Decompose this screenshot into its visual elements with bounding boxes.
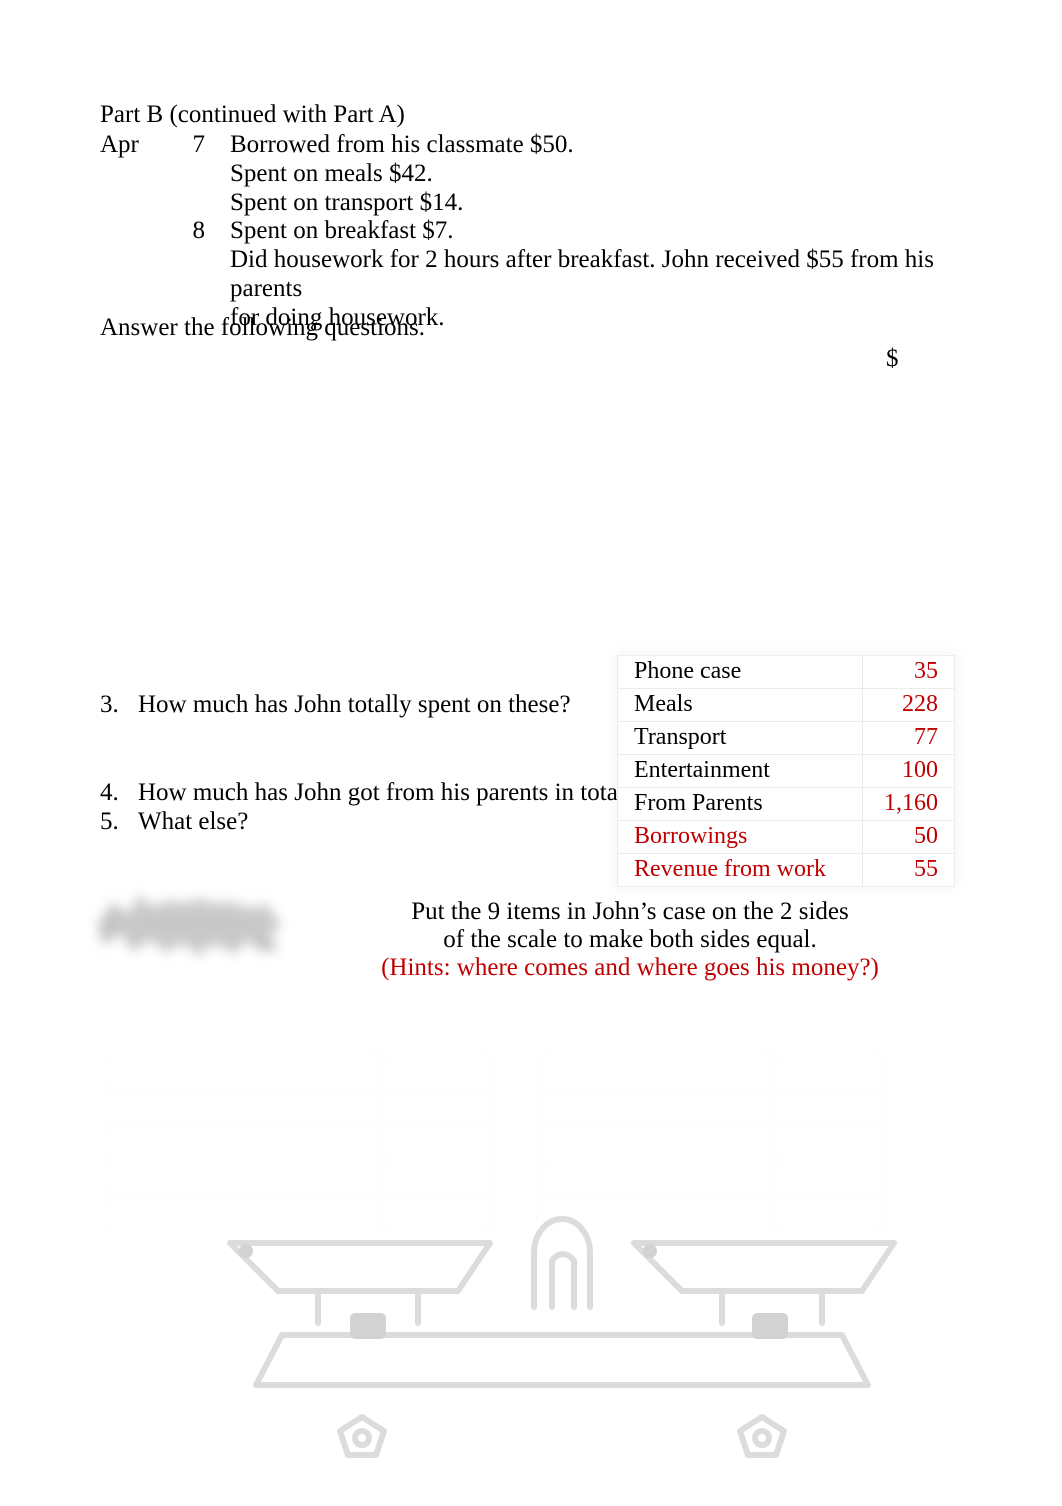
item-value: 35	[862, 655, 955, 689]
faded-cell	[105, 1160, 382, 1196]
question-row: 4. How much has John got from his parent…	[100, 778, 636, 807]
faded-cell-value	[381, 1090, 493, 1126]
faded-row	[540, 1090, 885, 1126]
table-row: Entertainment 100	[617, 754, 955, 788]
faded-cell	[105, 1090, 382, 1126]
question-row: 5. What else?	[100, 807, 636, 836]
scale-pan-right	[631, 1240, 897, 1294]
item-value: 55	[862, 853, 955, 887]
instruction-hint: (Hints: where comes and where goes his m…	[381, 954, 879, 981]
faded-row	[540, 1055, 885, 1091]
scale-arch-outer	[531, 1216, 593, 1310]
faded-cell	[540, 1055, 774, 1091]
item-name: Entertainment	[617, 754, 863, 788]
item-name: Phone case	[617, 655, 863, 689]
faded-cell	[540, 1160, 774, 1196]
journal-entries: Apr 7 Borrowed from his classmate $50. S…	[100, 131, 965, 333]
scale-foot-right-hole	[752, 1428, 772, 1448]
question-text: What else?	[138, 808, 249, 835]
scale-pivot-left	[239, 1244, 253, 1258]
table-row: Meals 228	[617, 688, 955, 722]
faded-cell-value	[381, 1160, 493, 1196]
faded-cell-value	[773, 1055, 885, 1091]
table-row: Transport 77	[617, 721, 955, 755]
question-text: How much has John totally spent on these…	[138, 691, 571, 718]
journal-day: 8	[192, 217, 206, 245]
item-name: From Parents	[617, 787, 863, 821]
scale-foot-left	[337, 1414, 387, 1458]
question-3: 3. How much has John totally spent on th…	[100, 690, 571, 719]
question-row: 3. How much has John totally spent on th…	[100, 690, 571, 719]
faded-cell	[105, 1125, 382, 1161]
question-number: 3.	[100, 691, 119, 718]
item-value: 228	[862, 688, 955, 722]
item-name: Transport	[617, 721, 863, 755]
journal-line: Spent on breakfast $7.	[230, 217, 454, 245]
item-value: 50	[862, 820, 955, 854]
faded-cell-value	[773, 1160, 885, 1196]
balance-scale-icon	[227, 1216, 897, 1458]
item-name: Revenue from work	[617, 853, 863, 887]
scale-arch-inner	[549, 1251, 577, 1310]
journal-row: Apr 7 Borrowed from his classmate $50.	[100, 131, 965, 160]
faded-cell-value	[773, 1090, 885, 1126]
scribble-core	[112, 902, 280, 946]
item-value: 100	[862, 754, 955, 788]
items-table-body: Phone case 35 Meals 228 Transport 77 Ent…	[617, 655, 955, 887]
faded-row	[105, 1125, 493, 1161]
scale-hinge-left	[350, 1313, 386, 1339]
question-number: 5.	[100, 808, 119, 835]
table-row: From Parents 1,160	[617, 787, 955, 821]
table-row: Borrowings 50	[617, 820, 955, 854]
faded-cell-value	[381, 1055, 493, 1091]
items-table: Phone case 35 Meals 228 Transport 77 Ent…	[617, 655, 955, 887]
faded-cell-value	[773, 1125, 885, 1161]
faded-row	[105, 1090, 493, 1126]
table-row: Phone case 35	[617, 655, 955, 689]
question-number: 4.	[100, 779, 119, 806]
faded-row	[105, 1160, 493, 1196]
scale-foot-left-hole	[352, 1428, 372, 1448]
scale-pan-left	[227, 1240, 493, 1294]
scale-hinge-right	[752, 1313, 788, 1339]
instruction-line-2: of the scale to make both sides equal.	[443, 926, 817, 953]
item-value: 77	[862, 721, 955, 755]
journal-line: Borrowed from his classmate $50.	[230, 131, 574, 158]
question-text: How much has John got from his parents i…	[138, 779, 636, 806]
faded-row	[105, 1055, 493, 1091]
journal-line: Spent on meals $42.	[230, 159, 433, 187]
instruction-paragraph: Put the 9 items in John’s case on the 2 …	[310, 898, 950, 982]
journal-row: 8 Spent on breakfast $7.	[100, 217, 965, 246]
item-name: Borrowings	[617, 820, 863, 854]
faded-cell-value	[381, 1125, 493, 1161]
journal-line: Did housework for 2 hours after breakfas…	[230, 246, 934, 302]
faded-cell	[540, 1090, 774, 1126]
journal-day: 7	[192, 131, 206, 158]
journal-month: Apr	[100, 131, 139, 158]
faded-cell	[540, 1125, 774, 1161]
blurred-scribble-graphic	[98, 894, 280, 956]
faded-cell	[105, 1055, 382, 1091]
journal-line: Spent on transport $14.	[230, 188, 464, 216]
item-value: 1,160	[862, 787, 955, 821]
part-heading: Part B (continued with Part A)	[100, 101, 405, 128]
faded-row	[540, 1160, 885, 1196]
scale-base-beam	[253, 1332, 871, 1388]
scale-pivot-right	[643, 1244, 657, 1258]
currency-symbol: $	[886, 345, 899, 372]
instruction-line-1: Put the 9 items in John’s case on the 2 …	[411, 898, 849, 925]
item-name: Meals	[617, 688, 863, 722]
table-row: Revenue from work 55	[617, 853, 955, 887]
answer-prompt: Answer the following questions.	[100, 314, 425, 341]
scale-foot-right	[737, 1414, 787, 1458]
document-page: Part B (continued with Part A) Apr 7 Bor…	[0, 0, 1062, 1506]
faded-row	[540, 1125, 885, 1161]
question-group-4-5: 4. How much has John got from his parent…	[100, 778, 636, 836]
